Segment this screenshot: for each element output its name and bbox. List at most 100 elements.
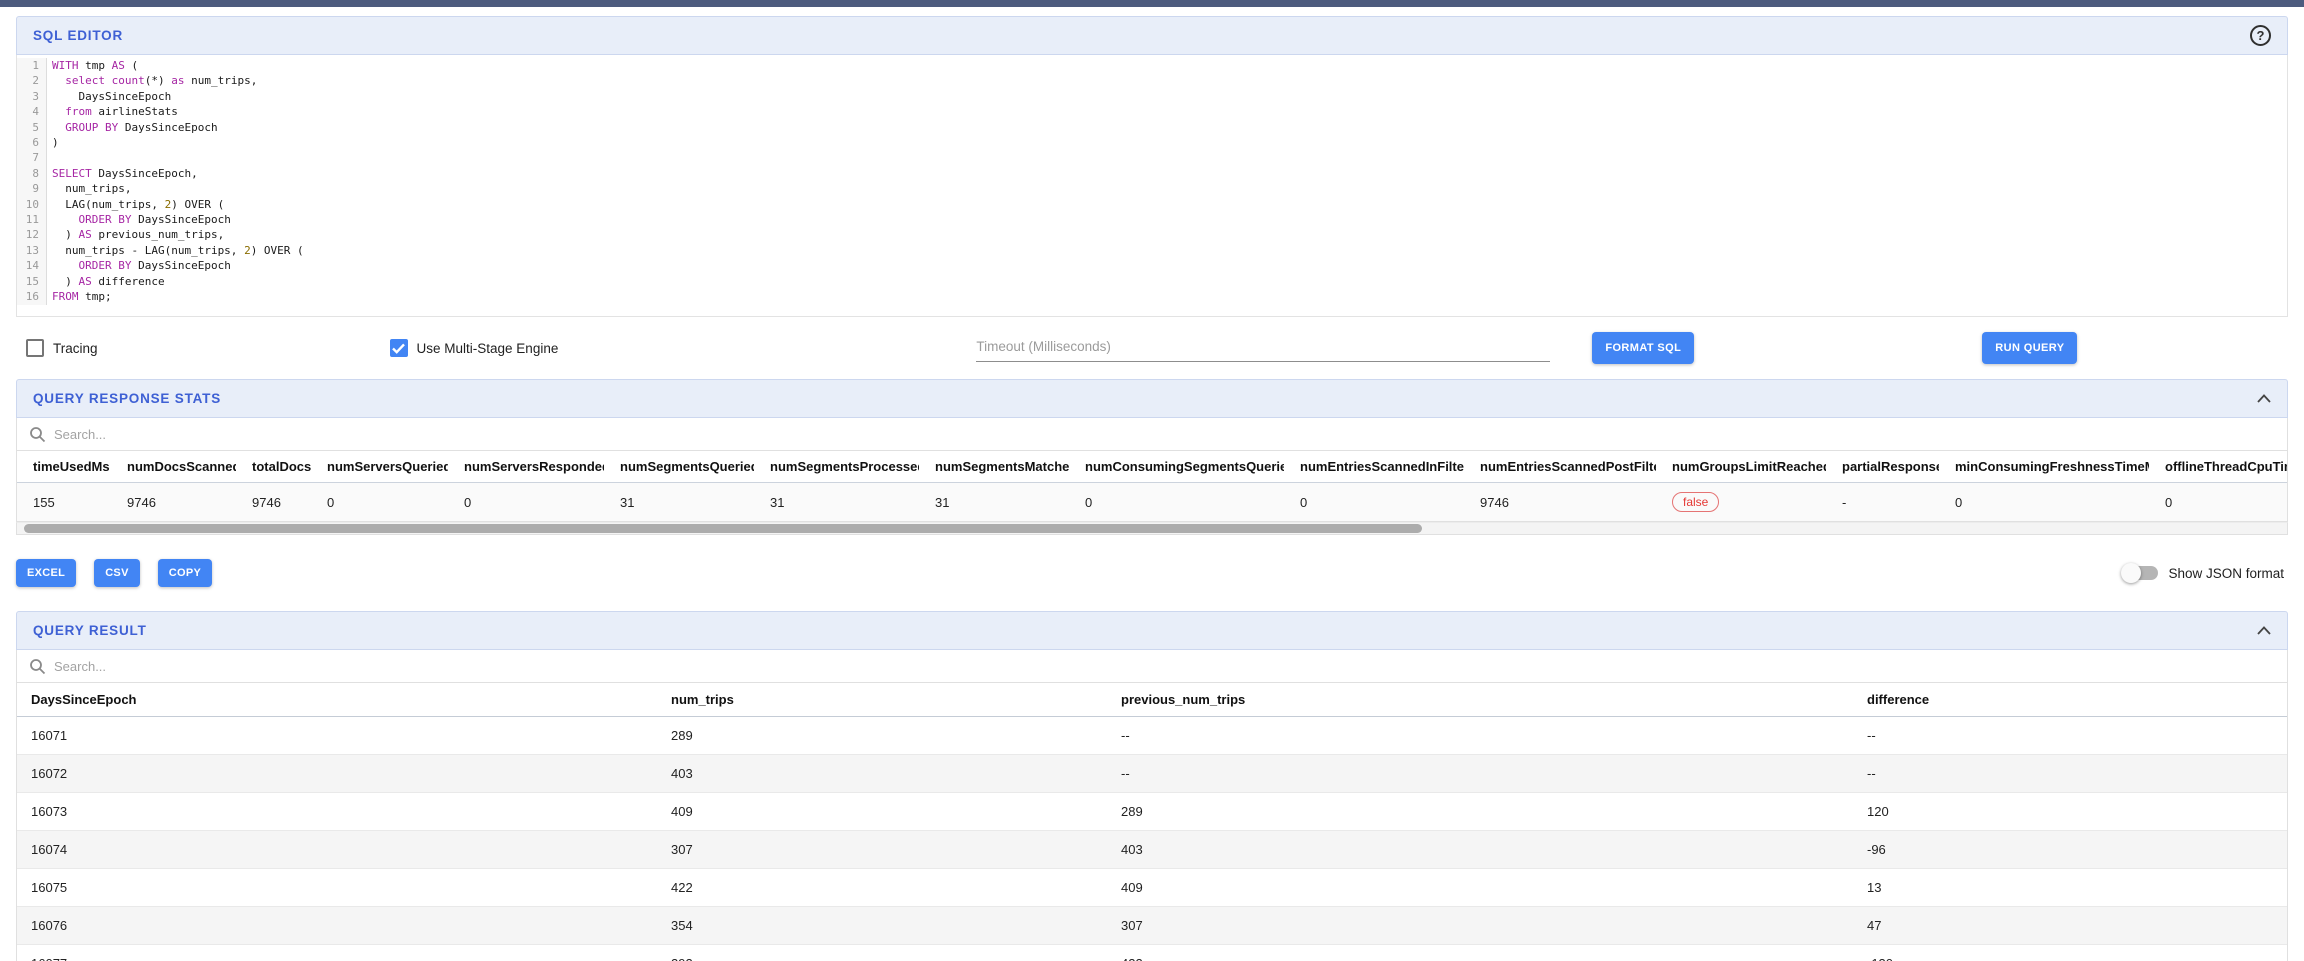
line-number: 15 xyxy=(17,274,47,289)
line-number: 4 xyxy=(17,104,47,119)
result-column-header[interactable]: difference xyxy=(1853,683,2287,717)
copy-button[interactable]: COPY xyxy=(158,559,212,587)
stats-column-header[interactable]: totalDocs xyxy=(236,451,311,483)
stats-column-header[interactable]: numSegmentsQueried xyxy=(604,451,754,483)
result-row[interactable]: 16074307403-96 xyxy=(17,831,2287,869)
line-number: 9 xyxy=(17,181,47,196)
result-cell: 422 xyxy=(657,869,1107,907)
stats-cell: 9746 xyxy=(111,483,236,522)
stats-column-header[interactable]: offlineThreadCpuTimeNs xyxy=(2149,451,2288,483)
line-number: 6 xyxy=(17,135,47,150)
result-row[interactable]: 1607635430747 xyxy=(17,907,2287,945)
result-search-row xyxy=(16,650,2288,683)
stats-column-header[interactable]: numEntriesScannedPostFilter xyxy=(1464,451,1656,483)
sql-code-editor[interactable]: 1WITH tmp AS (2 select count(*) as num_t… xyxy=(16,55,2288,317)
stats-search-row xyxy=(16,418,2288,451)
result-cell: 289 xyxy=(657,717,1107,755)
result-search-input[interactable] xyxy=(54,659,2275,674)
stats-column-header[interactable]: numConsumingSegmentsQueried xyxy=(1069,451,1284,483)
result-column-header[interactable]: num_trips xyxy=(657,683,1107,717)
stats-column-header[interactable]: numServersResponded xyxy=(448,451,604,483)
stats-column-header[interactable]: timeUsedMs xyxy=(17,451,111,483)
checkbox-checked-icon xyxy=(390,339,408,357)
chevron-up-icon[interactable] xyxy=(2257,626,2271,635)
stats-row[interactable]: 1559746974600313131009746false-00 xyxy=(17,483,2288,522)
result-title: QUERY RESULT xyxy=(33,623,147,638)
json-format-toggle[interactable] xyxy=(2124,566,2158,580)
false-badge: false xyxy=(1672,492,1719,512)
stats-column-header[interactable]: partialResponse xyxy=(1826,451,1939,483)
stats-column-header[interactable]: numSegmentsMatched xyxy=(919,451,1069,483)
stats-cell: 31 xyxy=(604,483,754,522)
stats-header: QUERY RESPONSE STATS xyxy=(16,379,2288,418)
excel-button[interactable]: EXCEL xyxy=(16,559,76,587)
stats-column-header[interactable]: numSegmentsProcessed xyxy=(754,451,919,483)
search-icon xyxy=(29,426,46,443)
result-row[interactable]: 16071289---- xyxy=(17,717,2287,755)
stats-title: QUERY RESPONSE STATS xyxy=(33,391,221,406)
result-cell: 409 xyxy=(657,793,1107,831)
result-cell: 354 xyxy=(657,907,1107,945)
stats-cell: 155 xyxy=(17,483,111,522)
search-icon xyxy=(29,658,46,675)
stats-cell: 9746 xyxy=(236,483,311,522)
result-row[interactable]: 16072403---- xyxy=(17,755,2287,793)
export-row: EXCEL CSV COPY Show JSON format xyxy=(16,535,2288,611)
stats-cell: 0 xyxy=(1069,483,1284,522)
code-line: 13 num_trips - LAG(num_trips, 2) OVER ( xyxy=(17,243,2287,258)
result-row[interactable]: 1607542240913 xyxy=(17,869,2287,907)
result-cell: -130 xyxy=(1853,945,2287,961)
line-number: 10 xyxy=(17,197,47,212)
multistage-engine-checkbox[interactable]: Use Multi-Stage Engine xyxy=(390,339,559,357)
top-strip xyxy=(0,0,2304,7)
stats-column-header[interactable]: numServersQueried xyxy=(311,451,448,483)
horizontal-scrollbar-thumb[interactable] xyxy=(24,524,1422,533)
code-line: 16FROM tmp; xyxy=(17,289,2287,304)
result-row[interactable]: 16073409289120 xyxy=(17,793,2287,831)
tracing-label: Tracing xyxy=(53,341,98,356)
result-cell: -- xyxy=(1107,755,1853,793)
code-line: 1WITH tmp AS ( xyxy=(17,58,2287,73)
result-cell: -- xyxy=(1853,755,2287,793)
result-column-header[interactable]: previous_num_trips xyxy=(1107,683,1853,717)
code-line: 4 from airlineStats xyxy=(17,104,2287,119)
run-query-button[interactable]: RUN QUERY xyxy=(1982,332,2077,364)
line-number: 2 xyxy=(17,73,47,88)
code-line: 6) xyxy=(17,135,2287,150)
tracing-checkbox[interactable]: Tracing xyxy=(26,339,98,357)
result-row[interactable]: 16077292422-130 xyxy=(17,945,2287,961)
code-line: 8SELECT DaysSinceEpoch, xyxy=(17,166,2287,181)
result-cell: -- xyxy=(1107,717,1853,755)
stats-column-header[interactable]: numGroupsLimitReached xyxy=(1656,451,1826,483)
stats-column-header[interactable]: numDocsScanned xyxy=(111,451,236,483)
line-number: 13 xyxy=(17,243,47,258)
multistage-engine-label: Use Multi-Stage Engine xyxy=(417,341,559,356)
horizontal-scrollbar xyxy=(16,522,2288,535)
stats-column-header[interactable]: minConsumingFreshnessTimeMs xyxy=(1939,451,2149,483)
code-line: 10 LAG(num_trips, 2) OVER ( xyxy=(17,197,2287,212)
help-icon[interactable]: ? xyxy=(2250,25,2271,46)
result-cell: 16075 xyxy=(17,869,657,907)
stats-search-input[interactable] xyxy=(54,427,2275,442)
csv-button[interactable]: CSV xyxy=(94,559,140,587)
result-cell: 403 xyxy=(1107,831,1853,869)
format-sql-button[interactable]: FORMAT SQL xyxy=(1592,332,1694,364)
code-line: 2 select count(*) as num_trips, xyxy=(17,73,2287,88)
result-cell: 289 xyxy=(1107,793,1853,831)
result-cell: 16074 xyxy=(17,831,657,869)
chevron-up-icon[interactable] xyxy=(2257,394,2271,403)
stats-table-wrap: timeUsedMsnumDocsScannedtotalDocsnumServ… xyxy=(16,451,2288,522)
result-table: DaysSinceEpochnum_tripsprevious_num_trip… xyxy=(17,683,2287,961)
stats-table: timeUsedMsnumDocsScannedtotalDocsnumServ… xyxy=(17,451,2288,521)
result-column-header[interactable]: DaysSinceEpoch xyxy=(17,683,657,717)
stats-column-header[interactable]: numEntriesScannedInFilter xyxy=(1284,451,1464,483)
result-cell: 307 xyxy=(657,831,1107,869)
timeout-input[interactable] xyxy=(976,335,1550,362)
result-cell: 292 xyxy=(657,945,1107,961)
toggle-thumb-icon xyxy=(2121,563,2141,583)
result-cell: 16077 xyxy=(17,945,657,961)
result-cell: 422 xyxy=(1107,945,1853,961)
json-format-label: Show JSON format xyxy=(2168,566,2284,581)
line-number: 1 xyxy=(17,58,47,73)
stats-cell: 31 xyxy=(754,483,919,522)
